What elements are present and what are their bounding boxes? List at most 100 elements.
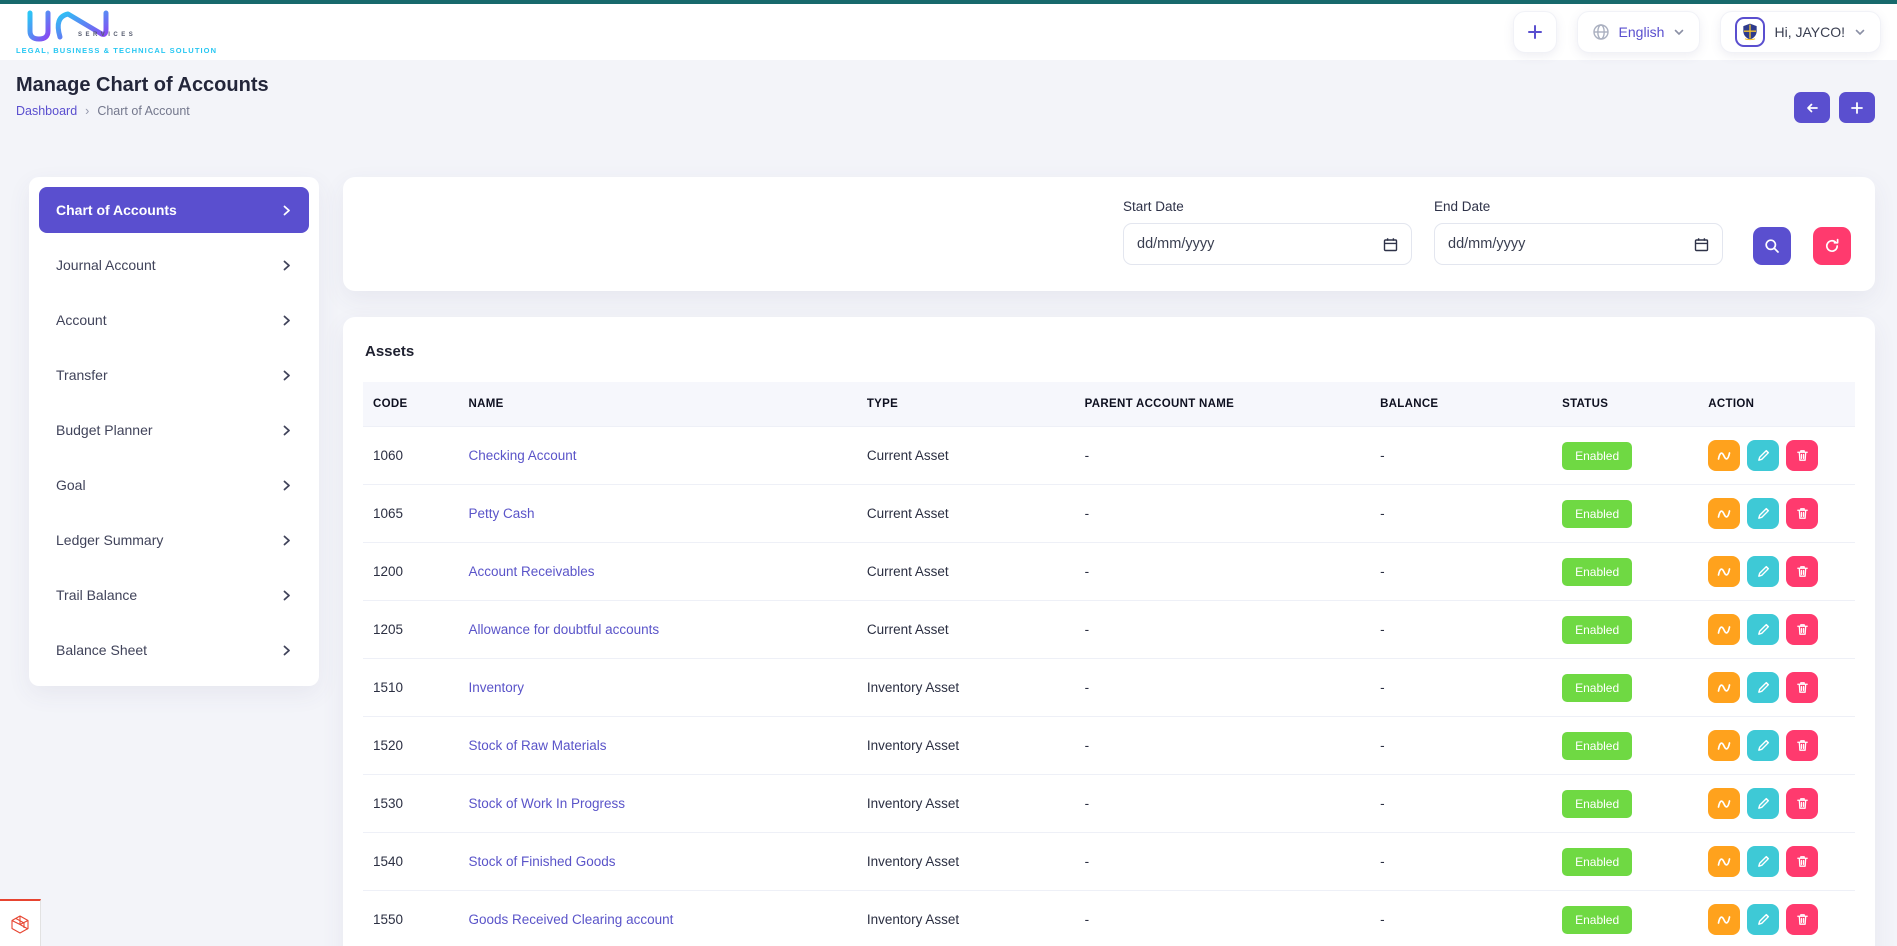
activity-button[interactable] (1708, 846, 1740, 877)
activity-button[interactable] (1708, 614, 1740, 645)
edit-button[interactable] (1747, 788, 1779, 819)
section-title: Assets (365, 343, 1853, 360)
cell-type: Inventory Asset (857, 775, 1075, 833)
table-row: 1530 Stock of Work In Progress Inventory… (363, 775, 1855, 833)
edit-button[interactable] (1747, 846, 1779, 877)
cell-code: 1520 (363, 717, 458, 775)
chevron-right-icon (281, 425, 292, 436)
account-name-link[interactable]: Stock of Raw Materials (468, 738, 606, 753)
calendar-icon[interactable] (1694, 237, 1709, 252)
table-row: 1060 Checking Account Current Asset - - … (363, 427, 1855, 485)
chevron-right-icon (281, 260, 292, 271)
create-account-button[interactable] (1839, 92, 1875, 123)
account-name-link[interactable]: Checking Account (468, 448, 576, 463)
breadcrumb-dashboard-link[interactable]: Dashboard (16, 104, 77, 118)
delete-button[interactable] (1786, 788, 1818, 819)
col-parent: PARENT ACCOUNT NAME (1075, 382, 1370, 427)
row-actions (1708, 904, 1845, 935)
account-name-link[interactable]: Goods Received Clearing account (468, 912, 673, 927)
account-name-link[interactable]: Petty Cash (468, 506, 534, 521)
delete-button[interactable] (1786, 614, 1818, 645)
sidebar-item-label: Balance Sheet (56, 642, 147, 658)
account-name-link[interactable]: Allowance for doubtful accounts (468, 622, 659, 637)
row-actions (1708, 440, 1845, 471)
sidebar-item[interactable]: Chart of Accounts (39, 187, 309, 233)
quick-add-button[interactable] (1513, 11, 1557, 53)
activity-button[interactable] (1708, 904, 1740, 935)
start-date-input[interactable]: dd/mm/yyyy (1123, 223, 1412, 265)
trash-icon (1795, 854, 1810, 869)
edit-button[interactable] (1747, 498, 1779, 529)
status-badge: Enabled (1562, 732, 1632, 760)
finance-sidebar: Chart of Accounts Journal Account Accoun… (29, 177, 319, 686)
account-name-link[interactable]: Account Receivables (468, 564, 594, 579)
activity-button[interactable] (1708, 788, 1740, 819)
pulse-wave-icon (1716, 738, 1732, 754)
delete-button[interactable] (1786, 672, 1818, 703)
sidebar-item[interactable]: Trail Balance (39, 572, 309, 618)
pulse-wave-icon (1716, 622, 1732, 638)
delete-button[interactable] (1786, 498, 1818, 529)
sidebar-item[interactable]: Balance Sheet (39, 627, 309, 673)
account-name-link[interactable]: Inventory (468, 680, 524, 695)
delete-button[interactable] (1786, 904, 1818, 935)
cell-type: Current Asset (857, 543, 1075, 601)
sidebar-item[interactable]: Budget Planner (39, 407, 309, 453)
delete-button[interactable] (1786, 846, 1818, 877)
delete-button[interactable] (1786, 556, 1818, 587)
col-type: TYPE (857, 382, 1075, 427)
cell-type: Inventory Asset (857, 833, 1075, 891)
page-header-left: Manage Chart of Accounts Dashboard › Cha… (16, 74, 269, 118)
cell-balance: - (1370, 485, 1552, 543)
brand-logo[interactable]: SERVICES LEGAL, BUSINESS & TECHNICAL SOL… (16, 9, 217, 55)
search-button[interactable] (1753, 227, 1791, 265)
sidebar-item[interactable]: Goal (39, 462, 309, 508)
delete-button[interactable] (1786, 440, 1818, 471)
edit-button[interactable] (1747, 440, 1779, 471)
activity-button[interactable] (1708, 440, 1740, 471)
edit-button[interactable] (1747, 730, 1779, 761)
edit-button[interactable] (1747, 672, 1779, 703)
sidebar-item[interactable]: Journal Account (39, 242, 309, 288)
activity-button[interactable] (1708, 556, 1740, 587)
sidebar-item-label: Transfer (56, 367, 108, 383)
row-actions (1708, 614, 1845, 645)
sidebar-item[interactable]: Transfer (39, 352, 309, 398)
pulse-wave-icon (1716, 448, 1732, 464)
back-button[interactable] (1794, 92, 1830, 123)
sidebar-item[interactable]: Ledger Summary (39, 517, 309, 563)
delete-button[interactable] (1786, 730, 1818, 761)
end-date-input[interactable]: dd/mm/yyyy (1434, 223, 1723, 265)
account-name-link[interactable]: Stock of Work In Progress (468, 796, 625, 811)
calendar-icon[interactable] (1383, 237, 1398, 252)
debugbar-toggle[interactable] (0, 899, 41, 946)
cell-parent: - (1075, 717, 1370, 775)
edit-button[interactable] (1747, 614, 1779, 645)
breadcrumb: Dashboard › Chart of Account (16, 104, 269, 118)
cell-parent: - (1075, 485, 1370, 543)
activity-button[interactable] (1708, 730, 1740, 761)
pencil-icon (1756, 738, 1771, 753)
pulse-wave-icon (1716, 564, 1732, 580)
status-badge: Enabled (1562, 616, 1632, 644)
edit-button[interactable] (1747, 904, 1779, 935)
top-navbar: SERVICES LEGAL, BUSINESS & TECHNICAL SOL… (0, 4, 1897, 60)
user-menu[interactable]: Hi, JAYCO! (1720, 11, 1881, 53)
col-code: CODE (363, 382, 458, 427)
pencil-icon (1756, 912, 1771, 927)
activity-button[interactable] (1708, 672, 1740, 703)
account-name-link[interactable]: Stock of Finished Goods (468, 854, 615, 869)
edit-button[interactable] (1747, 556, 1779, 587)
activity-button[interactable] (1708, 498, 1740, 529)
col-action: ACTION (1698, 382, 1855, 427)
status-badge: Enabled (1562, 848, 1632, 876)
language-selector[interactable]: English (1577, 11, 1701, 53)
sidebar-item[interactable]: Account (39, 297, 309, 343)
cell-code: 1200 (363, 543, 458, 601)
status-badge: Enabled (1562, 790, 1632, 818)
reset-button[interactable] (1813, 227, 1851, 265)
table-row: 1520 Stock of Raw Materials Inventory As… (363, 717, 1855, 775)
table-row: 1510 Inventory Inventory Asset - - Enabl… (363, 659, 1855, 717)
cell-code: 1550 (363, 891, 458, 946)
page-header: Manage Chart of Accounts Dashboard › Cha… (0, 60, 1897, 149)
